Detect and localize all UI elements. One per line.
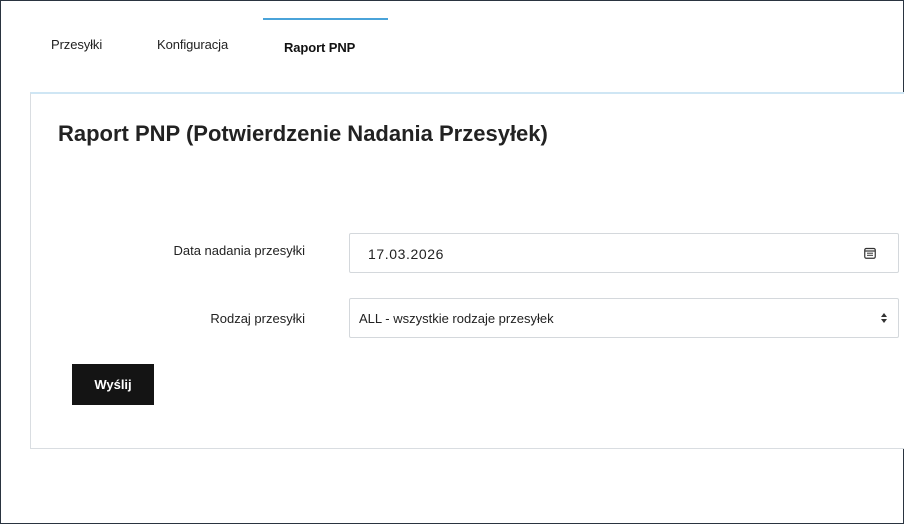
send-button[interactable]: Wyślij xyxy=(72,364,154,405)
tab-przesylki[interactable]: Przesyłki xyxy=(51,37,102,52)
tab-bar: Przesyłki Konfiguracja Raport PNP xyxy=(0,0,904,90)
tab-konfiguracja[interactable]: Konfiguracja xyxy=(157,37,228,52)
date-field[interactable]: 17.03.2026 xyxy=(349,233,899,273)
sort-arrows-icon xyxy=(881,313,887,323)
date-field-label: Data nadania przesyłki xyxy=(173,243,305,258)
type-select-value: ALL - wszystkie rodzaje przesyłek xyxy=(359,311,554,326)
calendar-icon[interactable] xyxy=(864,247,876,259)
type-select[interactable]: ALL - wszystkie rodzaje przesyłek xyxy=(349,298,899,338)
tab-raport-pnp[interactable]: Raport PNP xyxy=(284,40,355,55)
active-tab-indicator xyxy=(263,18,388,20)
page-title: Raport PNP (Potwierdzenie Nadania Przesy… xyxy=(58,121,548,146)
date-field-value: 17.03.2026 xyxy=(368,246,445,262)
type-field-label: Rodzaj przesyłki xyxy=(210,311,305,326)
